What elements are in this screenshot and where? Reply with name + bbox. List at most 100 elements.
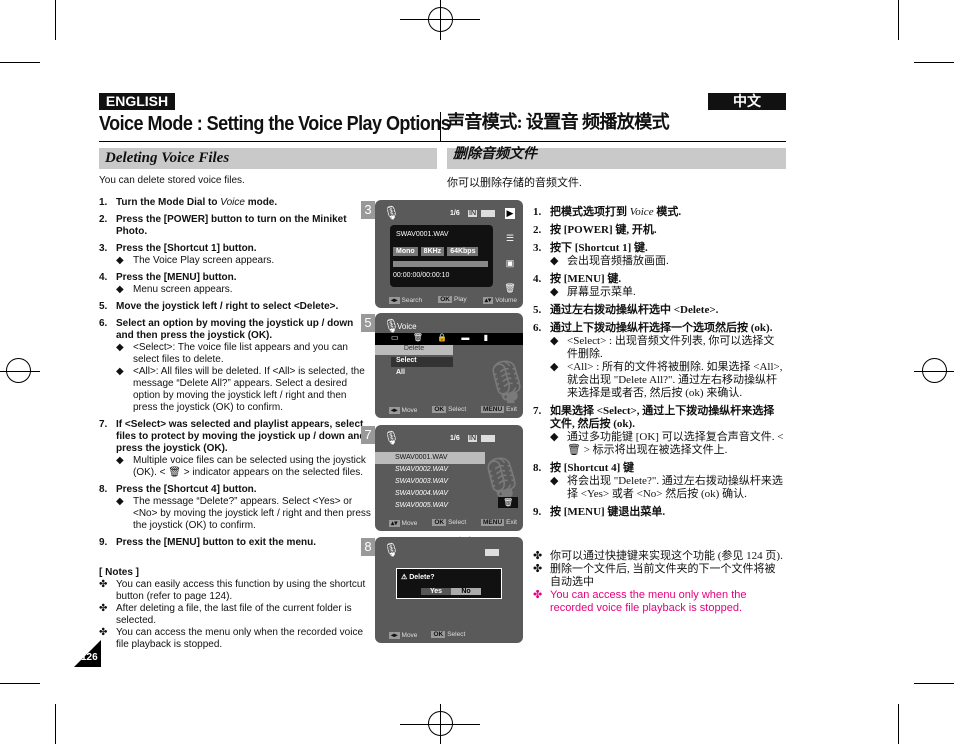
note-item: ✤ You can easily access this function by … xyxy=(99,579,371,603)
registration-mark xyxy=(922,358,947,383)
note-bullet-icon: ✤ xyxy=(533,563,543,575)
repeat-icon: ▣ xyxy=(505,258,515,268)
registration-mark xyxy=(428,711,453,736)
step-number: 5 xyxy=(361,314,375,332)
step-number: 8. xyxy=(99,484,108,495)
page-title-chinese: 声音模式: 设置音 频播放模式 xyxy=(447,112,670,132)
option-all: All xyxy=(396,369,405,376)
bullet-icon: ◆ xyxy=(550,475,559,487)
intro-text: 你可以删除存储的音频文件. xyxy=(447,177,582,189)
screen-menu: 🎙 Voice ▭ 🗑 🔒 ▬ ▮ Delete Select All 🎙 ◂▸… xyxy=(375,313,523,418)
step-text: 按下 [Shortcut 1] 键. xyxy=(550,242,648,254)
bullet-icon: ◆ xyxy=(116,366,124,377)
step-number: 1. xyxy=(99,197,108,208)
bullet-icon: ◆ xyxy=(116,496,124,507)
detail-text: 会出现音频播放画面. xyxy=(567,255,669,267)
step-number: 3 xyxy=(361,201,375,219)
battery-icon xyxy=(485,549,499,556)
no-button[interactable]: No xyxy=(451,588,481,595)
language-badge-english: ENGLISH xyxy=(99,93,175,110)
delete-icon: 🗑 xyxy=(498,497,519,508)
step-item: 8. Press the [Shortcut 4] button. xyxy=(99,484,371,496)
bullet-icon: ◆ xyxy=(116,284,124,295)
progress-bar xyxy=(393,261,488,267)
screen-voice-play: 🎙 1/6 IN SWAV0001.WAV Mono 8KHz 64Kbps 0… xyxy=(375,200,523,308)
step-item: 7. If <Select> was selected and playlist … xyxy=(99,419,371,455)
step-detail: ◆ Menu screen appears. xyxy=(116,284,371,296)
detail-text: <Select> : 出现音频文件列表, 你可以选择文件删除. xyxy=(567,335,775,360)
mode-label: Voice xyxy=(397,322,417,331)
step-text: Press the [Shortcut 4] button. xyxy=(116,484,257,495)
bitrate-chip: 64Kbps xyxy=(447,247,479,256)
file-list-item: SWAV0005.WAV xyxy=(395,502,449,509)
step-number: 4. xyxy=(533,273,542,285)
step-text-pre: Turn the Mode Dial to xyxy=(116,197,221,208)
step-number: 3. xyxy=(533,242,542,254)
microphone-icon: 🎙 xyxy=(383,205,400,220)
file-counter: 1/6 xyxy=(450,210,460,217)
title-divider xyxy=(440,112,441,142)
page-title-english: Voice Mode : Setting the Voice Play Opti… xyxy=(99,113,451,135)
step-text-post: mode. xyxy=(244,197,278,208)
bullet-icon: ◆ xyxy=(116,255,124,266)
crop-mark xyxy=(898,0,899,40)
step-number: 2. xyxy=(99,214,108,225)
step-detail: ◆ The message “Delete?” appears. Select <… xyxy=(116,496,371,532)
step-item: 6. Select an option by moving the joystic… xyxy=(99,318,371,342)
bullet-icon: ◆ xyxy=(550,286,559,298)
memory-badge: IN xyxy=(468,435,477,442)
screen-footer: ◂▸ Search OK Play ▴▾ Volume xyxy=(389,296,517,304)
detail-text: Multiple voice files can be selected usi… xyxy=(133,455,366,478)
option-select: Select xyxy=(391,357,453,367)
step-number: 7. xyxy=(533,405,542,417)
note-bullet-icon: ✤ xyxy=(99,579,108,590)
play-panel: SWAV0001.WAV Mono 8KHz 64Kbps 00:00:00/0… xyxy=(390,225,493,287)
step-number: 2. xyxy=(533,224,542,236)
yes-button[interactable]: Yes xyxy=(421,588,451,595)
step-text: 按 [POWER] 键, 开机. xyxy=(550,224,657,236)
step-number: 4. xyxy=(99,272,108,283)
detail-text: 屏幕显示菜单. xyxy=(567,286,636,298)
mode-name: Voice xyxy=(629,206,654,218)
sample-rate-chip: 8KHz xyxy=(420,247,445,256)
menu-item-label: Delete xyxy=(375,345,453,355)
step-text: Press the [MENU] button. xyxy=(116,272,237,283)
file-list-item: SWAV0004.WAV xyxy=(395,490,449,497)
crop-mark xyxy=(914,683,954,684)
bullet-icon: ◆ xyxy=(550,335,559,347)
registration-mark xyxy=(6,358,31,383)
crop-mark xyxy=(55,704,56,744)
section-heading-english: Deleting Voice Files xyxy=(99,148,437,169)
step-text-post: 模式. xyxy=(653,206,682,218)
step-item: 1. Turn the Mode Dial to Voice mode. xyxy=(99,197,371,209)
crop-mark xyxy=(914,62,954,63)
screen-footer: ◂▸ Move OK Select MENU Exit xyxy=(389,406,517,414)
english-instructions: You can delete stored voice files. 1. Turn… xyxy=(99,175,371,651)
step-text: 如果选择 <Select>, 通过上下拨动操纵杆来选择文件, 然后按 (ok). xyxy=(550,405,775,430)
microphone-watermark-icon: 🎙 xyxy=(480,358,523,405)
step-item: 2. Press the [POWER] button to turn on th… xyxy=(99,214,371,238)
play-mode-icon: ▶ xyxy=(504,208,516,219)
step-number: 8. xyxy=(533,462,542,474)
screen-delete-confirm: 🎙 ⚠ Delete? Yes No ◂▸ Move OK Select xyxy=(375,537,523,643)
step-item: 9. Press the [MENU] button to exit the me… xyxy=(99,537,371,549)
step-item: 4. Press the [MENU] button. xyxy=(99,272,371,284)
file-name: SWAV0001.WAV xyxy=(396,231,449,238)
step-text: Press the [POWER] button to turn on the … xyxy=(116,214,347,237)
delete-dialog: ⚠ Delete? Yes No xyxy=(396,568,502,599)
note-bullet-icon: ✤ xyxy=(99,603,108,614)
crop-mark xyxy=(0,683,40,684)
step-text: If <Select> was selected and playlist ap… xyxy=(116,419,366,454)
step-number: 5. xyxy=(533,304,542,316)
menu-tab-bar: ▭ 🗑 🔒 ▬ ▮ xyxy=(375,333,523,345)
channel-chip: Mono xyxy=(393,247,418,256)
bullet-icon: ◆ xyxy=(116,342,124,353)
step-text: Press the [MENU] button to exit the menu… xyxy=(116,537,317,548)
step-text: Press the [Shortcut 1] button. xyxy=(116,243,257,254)
note-text: You can access the menu only when the re… xyxy=(116,627,364,650)
section-heading-chinese: 删除音频文件 xyxy=(447,148,786,169)
crop-mark xyxy=(898,704,899,744)
step-number: 3. xyxy=(99,243,108,254)
registration-mark xyxy=(428,7,453,32)
step-item: 5. Move the joystick left / right to sele… xyxy=(99,301,371,313)
